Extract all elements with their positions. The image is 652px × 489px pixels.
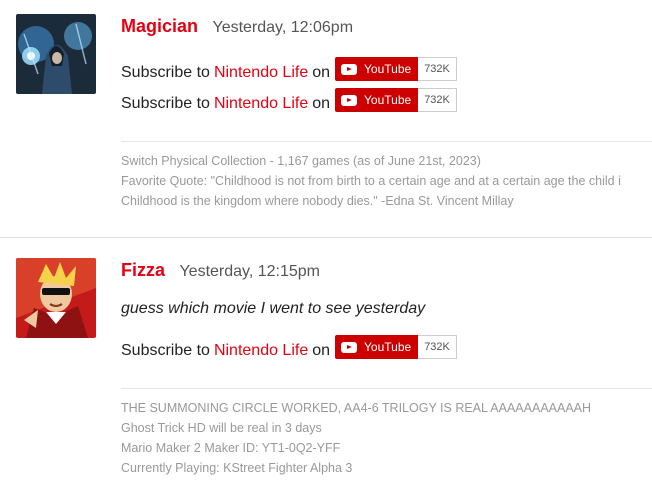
- author-name[interactable]: Magician: [121, 16, 198, 36]
- youtube-subscribe-widget[interactable]: YouTube 732K: [335, 57, 457, 81]
- youtube-button-label: YouTube: [364, 93, 412, 107]
- post-timestamp[interactable]: Yesterday, 12:06pm: [212, 19, 353, 36]
- subscribe-prefix: Subscribe to: [121, 64, 210, 81]
- subscribe-suffix: on: [312, 64, 331, 81]
- youtube-subscribe-widget[interactable]: YouTube 732K: [335, 88, 457, 112]
- signature-line: THE SUMMONING CIRCLE WORKED, AA4-6 TRILO…: [121, 401, 592, 415]
- youtube-play-icon: [341, 341, 358, 353]
- youtube-subscribe-widget[interactable]: YouTube 732K: [335, 335, 457, 359]
- post-divider: [0, 237, 652, 238]
- subscribe-line: Subscribe to Nintendo Life on YouTube 73…: [121, 57, 457, 85]
- signature-divider: [121, 141, 652, 142]
- author-name[interactable]: Fizza: [121, 260, 165, 280]
- signature-line: Switch Physical Collection - 1,167 games…: [121, 154, 481, 168]
- subscribe-suffix: on: [312, 95, 331, 112]
- signature-divider: [121, 388, 652, 389]
- signature-line: Mario Maker 2 Maker ID: YT1-0Q2-YFF: [121, 441, 341, 455]
- signature-line: Favorite Quote: "Childhood is not from b…: [121, 174, 621, 188]
- subscribe-line: Subscribe to Nintendo Life on YouTube 73…: [121, 335, 457, 363]
- youtube-button[interactable]: YouTube: [335, 57, 419, 81]
- post-timestamp[interactable]: Yesterday, 12:15pm: [179, 263, 320, 280]
- subscribe-prefix: Subscribe to: [121, 95, 210, 112]
- subscriber-count: 732K: [418, 57, 457, 81]
- nintendo-life-link[interactable]: Nintendo Life: [214, 64, 308, 82]
- avatar[interactable]: [16, 14, 96, 94]
- subscribe-prefix: Subscribe to: [121, 342, 210, 359]
- subscriber-count: 732K: [418, 335, 457, 359]
- nintendo-life-link[interactable]: Nintendo Life: [214, 342, 308, 360]
- youtube-button[interactable]: YouTube: [335, 88, 419, 112]
- nintendo-life-link[interactable]: Nintendo Life: [214, 95, 308, 113]
- youtube-play-icon: [341, 94, 358, 106]
- youtube-button[interactable]: YouTube: [335, 335, 419, 359]
- signature-line: Currently Playing: KStreet Fighter Alpha…: [121, 461, 353, 475]
- youtube-button-label: YouTube: [364, 62, 412, 76]
- post-message: guess which movie I went to see yesterda…: [121, 300, 426, 317]
- subscribe-suffix: on: [312, 342, 331, 359]
- signature-line: Childhood is the kingdom where nobody di…: [121, 194, 514, 208]
- youtube-play-icon: [341, 63, 358, 75]
- subscriber-count: 732K: [418, 88, 457, 112]
- signature-line: Ghost Trick HD will be real in 3 days: [121, 421, 322, 435]
- subscribe-line: Subscribe to Nintendo Life on YouTube 73…: [121, 88, 457, 116]
- youtube-button-label: YouTube: [364, 340, 412, 354]
- avatar[interactable]: [16, 258, 96, 338]
